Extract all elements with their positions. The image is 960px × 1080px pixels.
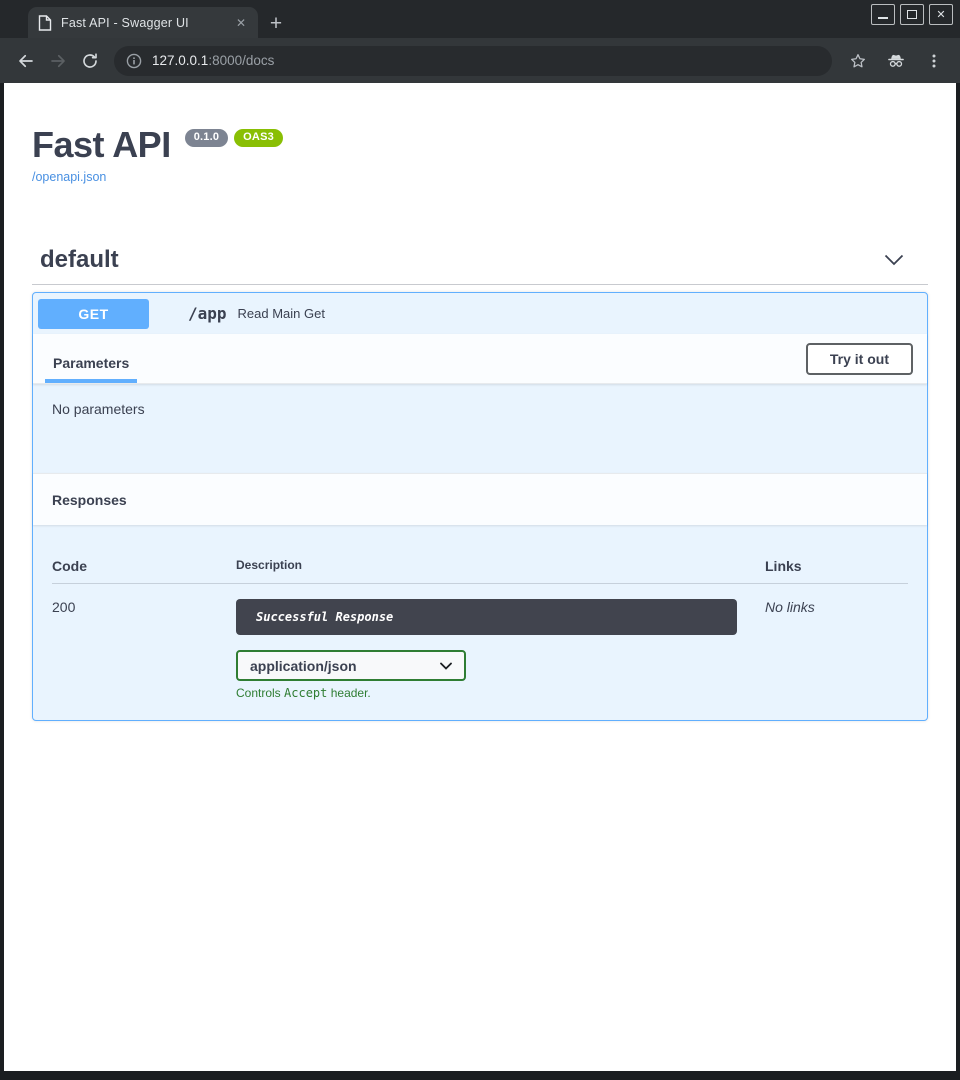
openapi-spec-link[interactable]: /openapi.json: [32, 170, 106, 184]
page-content: Fast API 0.1.0 OAS3 /openapi.json defaul…: [4, 83, 956, 1071]
response-code: 200: [52, 599, 236, 700]
badges: 0.1.0 OAS3: [185, 129, 283, 147]
window-bottom-frame: [0, 1071, 960, 1080]
tag-title: default: [40, 246, 119, 274]
tab-parameters[interactable]: Parameters: [45, 355, 137, 383]
responses-table: Code Description Links 200 Successful Re…: [33, 525, 927, 720]
browser-titlebar: Fast API - Swagger UI ✕ + ✕: [0, 0, 960, 38]
column-header-code: Code: [52, 558, 236, 574]
document-icon: [38, 15, 52, 31]
accept-code: Accept: [284, 686, 327, 700]
tab-close-icon[interactable]: ✕: [234, 15, 248, 31]
select-chevron-icon: [440, 662, 452, 670]
url-text: 127.0.0.1:8000/docs: [152, 53, 274, 68]
responses-table-header: Code Description Links: [52, 525, 908, 584]
column-header-description: Description: [236, 558, 765, 574]
new-tab-button[interactable]: +: [263, 10, 289, 36]
browser-toolbar: 127.0.0.1:8000/docs: [0, 38, 960, 83]
media-type-select[interactable]: application/json: [236, 650, 466, 681]
oas3-badge: OAS3: [234, 129, 283, 147]
page-title: Fast API: [32, 127, 171, 163]
back-button[interactable]: [10, 45, 42, 77]
menu-dots-icon[interactable]: [918, 45, 950, 77]
description-cell: Successful Response application/json Con…: [236, 599, 765, 700]
address-bar[interactable]: 127.0.0.1:8000/docs: [114, 46, 832, 76]
column-header-links: Links: [765, 558, 908, 574]
url-path: :8000/docs: [208, 53, 274, 68]
minimize-button[interactable]: [871, 4, 895, 25]
close-button[interactable]: ✕: [929, 4, 953, 25]
browser-tab[interactable]: Fast API - Swagger UI ✕: [28, 7, 258, 38]
version-badge: 0.1.0: [185, 129, 228, 147]
parameters-header: Parameters Try it out: [33, 334, 927, 384]
response-links: No links: [765, 599, 908, 700]
chevron-down-icon[interactable]: [884, 254, 904, 266]
reload-button[interactable]: [74, 45, 106, 77]
response-description-box: Successful Response: [236, 599, 737, 635]
incognito-icon[interactable]: [880, 45, 912, 77]
site-info-icon[interactable]: [126, 53, 142, 69]
api-info: Fast API 0.1.0 OAS3: [32, 127, 928, 163]
responses-header: Responses: [33, 473, 927, 525]
operation-description: Read Main Get: [238, 306, 325, 321]
table-row: 200 Successful Response application/json: [52, 584, 908, 700]
opblock-get-app: GET /app Read Main Get Parameters Try it…: [32, 292, 928, 721]
tab-title: Fast API - Swagger UI: [61, 16, 225, 30]
window-controls: ✕: [871, 4, 953, 25]
try-it-out-button[interactable]: Try it out: [806, 343, 913, 375]
bookmark-star-icon[interactable]: [842, 45, 874, 77]
media-type-value: application/json: [250, 658, 357, 674]
tag-section-default[interactable]: default: [32, 246, 928, 285]
no-parameters-text: No parameters: [33, 384, 927, 473]
accept-header-hint: Controls Accept header.: [236, 686, 765, 700]
maximize-button[interactable]: [900, 4, 924, 25]
url-host: 127.0.0.1: [152, 53, 208, 68]
forward-button[interactable]: [42, 45, 74, 77]
toolbar-actions: [842, 45, 950, 77]
maximize-icon: [907, 10, 917, 19]
operation-summary[interactable]: GET /app Read Main Get: [33, 293, 927, 334]
minimize-icon: [878, 17, 888, 19]
method-badge-get: GET: [38, 299, 149, 329]
operation-path: /app: [188, 304, 227, 323]
